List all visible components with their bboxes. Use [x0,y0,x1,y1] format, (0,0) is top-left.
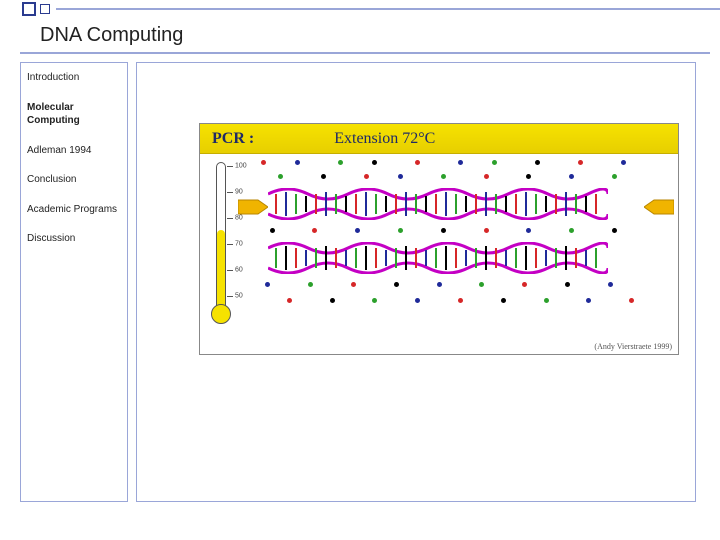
accent-line [56,8,720,10]
dna-diagram [244,160,672,334]
sidebar-item-adleman[interactable]: Adleman 1994 [27,144,121,158]
pcr-figure: PCR : Extension 72°C 100 90 80 70 60 50 [199,123,679,355]
pcr-header: PCR : Extension 72°C [200,124,678,154]
tick-label: 60 [235,267,243,274]
sidebar-item-molecular-computing[interactable]: Molecular Computing [27,101,121,128]
sidebar-item-introduction[interactable]: Introduction [27,71,121,85]
tick-label: 50 [235,293,243,300]
pcr-label: PCR : [212,130,254,148]
page-title: DNA Computing [40,24,183,47]
figure-credit: (Andy Vierstraete 1999) [594,342,672,351]
content-panel: PCR : Extension 72°C 100 90 80 70 60 50 [136,62,696,502]
dna-helix-top [268,188,608,220]
accent-square-small-icon [40,4,50,14]
pcr-stage: Extension 72°C [334,130,435,148]
header-accent [0,0,720,18]
sidebar: Introduction Molecular Computing Adleman… [20,62,128,502]
tick-label: 90 [235,189,243,196]
sidebar-item-discussion[interactable]: Discussion [27,232,121,246]
primer-right-icon [644,196,674,218]
sidebar-item-academic-programs[interactable]: Academic Programs [27,203,121,217]
dna-helix-bottom [268,242,608,274]
accent-square-icon [22,2,36,16]
tick-label: 70 [235,241,243,248]
thermometer-icon: 100 90 80 70 60 50 [208,162,236,322]
sidebar-item-conclusion[interactable]: Conclusion [27,173,121,187]
primer-left-icon [238,196,268,218]
title-underline [20,52,710,54]
